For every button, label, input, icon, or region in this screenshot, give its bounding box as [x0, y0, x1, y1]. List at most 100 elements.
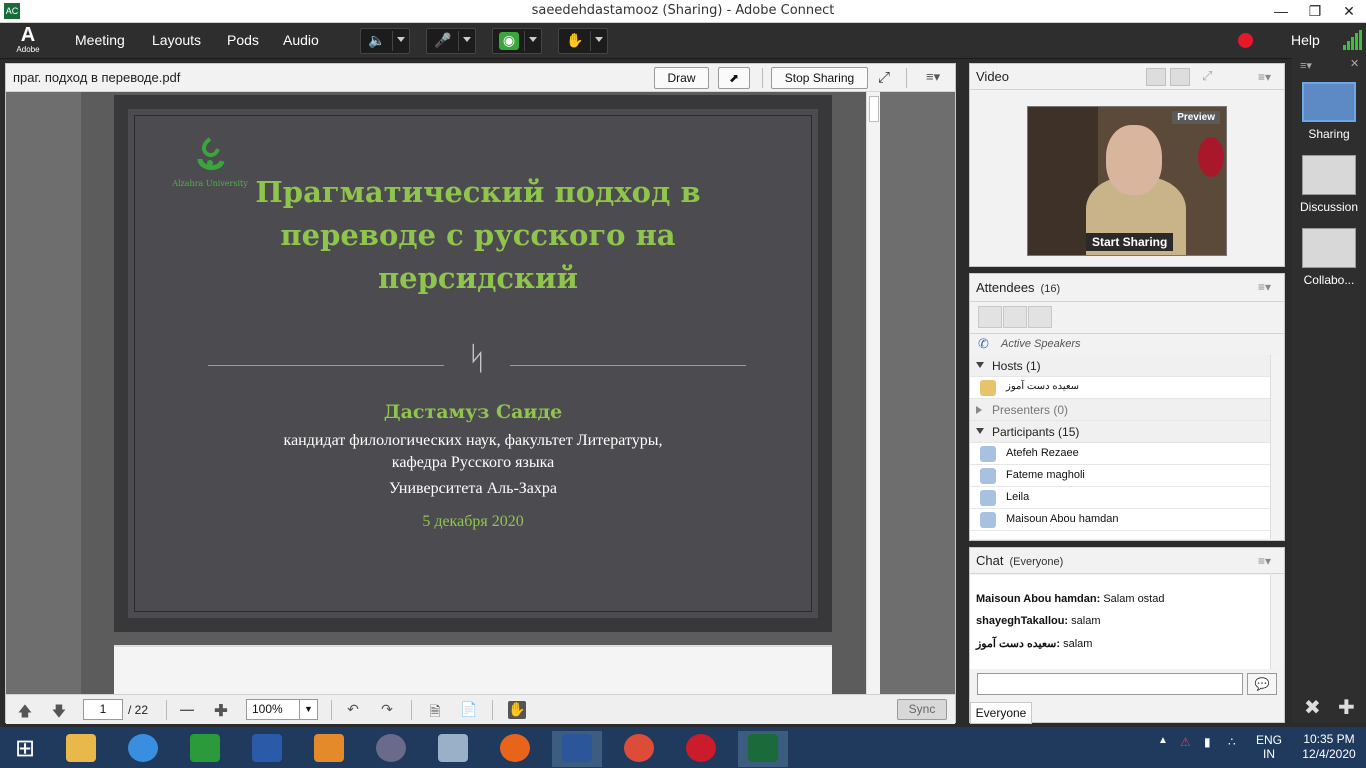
taskbar-word[interactable] [552, 731, 602, 767]
chat-input[interactable] [977, 673, 1243, 695]
list-item[interactable]: Leila [970, 487, 1270, 509]
taskbar-calculator[interactable] [428, 731, 478, 767]
list-view-icon[interactable] [978, 306, 1002, 328]
menu-meeting[interactable]: Meeting [75, 32, 125, 48]
input-language[interactable]: ENG IN [1256, 733, 1282, 761]
chevron-down-icon[interactable] [463, 37, 471, 42]
stop-sharing-button[interactable]: Stop Sharing [771, 67, 868, 89]
taskbar-media-player[interactable] [366, 731, 416, 767]
hand-tool-icon[interactable]: ✋ [508, 701, 526, 719]
taskbar-internet-explorer[interactable] [118, 731, 168, 767]
system-clock[interactable]: 10:35 PM 12/4/2020 [1298, 732, 1360, 762]
firefox-icon [500, 734, 530, 762]
grid-view-icon[interactable] [1146, 68, 1166, 86]
layout-discussion[interactable] [1302, 155, 1356, 195]
record-indicator-icon[interactable] [1238, 33, 1253, 48]
start-sharing-button[interactable]: Start Sharing [1086, 233, 1174, 251]
ornament-icon: ᛋ [467, 339, 487, 377]
fit-page-icon[interactable]: 🗎 [426, 701, 444, 719]
rotate-right-icon[interactable]: ↷ [378, 701, 396, 719]
show-hidden-icons[interactable]: ▲ [1158, 735, 1168, 746]
chat-scrollbar[interactable] [1270, 575, 1284, 669]
draw-button[interactable]: Draw [654, 67, 709, 89]
hosts-group[interactable]: Hosts (1) [970, 355, 1270, 377]
start-button[interactable]: ⊞ [0, 731, 50, 767]
menu-layouts[interactable]: Layouts [152, 32, 201, 48]
document-scrollbar[interactable] [866, 92, 880, 694]
rotate-left-icon[interactable]: ↶ [344, 701, 362, 719]
chevron-down-icon[interactable] [529, 37, 537, 42]
share-pod-footer: 🡅 🡇 1 / 22 — ✚ 100% ▼ ↶ ↷ 🗎 📄 ✋ Sync [6, 694, 955, 724]
pod-menu-icon[interactable]: ≡▾ [1258, 554, 1274, 568]
pointer-icon[interactable]: ⬈ [718, 67, 750, 89]
network-warning-icon[interactable]: ⚠ [1180, 735, 1191, 749]
chevron-down-icon[interactable] [595, 37, 603, 42]
fit-width-icon[interactable]: 📄 [460, 701, 478, 719]
webcam-icon: ◉ [499, 32, 519, 50]
fullscreen-icon[interactable]: ⤢ [878, 69, 890, 86]
webcam-video[interactable]: Preview Start Sharing [1027, 106, 1227, 256]
list-item[interactable]: Fateme magholi [970, 465, 1270, 487]
previous-page-icon[interactable]: 🡅 [16, 701, 34, 719]
pod-menu-icon[interactable]: ≡▾ [1258, 280, 1274, 294]
menu-help[interactable]: Help [1291, 32, 1320, 48]
layout-collaboration[interactable] [1302, 228, 1356, 268]
chat-tab-everyone[interactable]: Everyone [970, 702, 1032, 724]
speaker-toggle[interactable]: 🔈 [360, 28, 410, 54]
list-item[interactable]: سعیده دست آموز [970, 377, 1270, 399]
slide-divider-left [208, 365, 444, 366]
filmstrip-view-icon[interactable] [1170, 68, 1190, 86]
pod-menu-icon[interactable]: ≡▾ [1258, 70, 1274, 84]
microphone-toggle[interactable]: 🎤 [426, 28, 476, 54]
pod-menu-icon[interactable]: ≡▾ [926, 69, 940, 85]
taskbar-opera[interactable] [676, 731, 726, 767]
window-titlebar: AC saeedehdastamooz (Sharing) - Adobe Co… [0, 0, 1366, 23]
list-item[interactable]: Atefeh Rezaee [970, 443, 1270, 465]
chevron-down-icon [976, 428, 984, 434]
taskbar-store[interactable] [180, 731, 230, 767]
raise-hand-toggle[interactable]: ✋ [558, 28, 608, 54]
sync-button[interactable]: Sync [897, 699, 947, 720]
wifi-icon[interactable]: ∴ [1228, 735, 1236, 749]
add-layout-icon[interactable]: ✚ [1338, 695, 1355, 720]
participants-group[interactable]: Participants (15) [970, 421, 1270, 443]
zoom-in-icon[interactable]: ✚ [212, 701, 230, 720]
menu-audio[interactable]: Audio [283, 32, 319, 48]
layout-sharing[interactable] [1302, 82, 1356, 122]
minimize-button[interactable]: — [1264, 0, 1298, 22]
breakout-view-icon[interactable] [1003, 306, 1027, 328]
chevron-down-icon[interactable]: ▼ [299, 700, 317, 719]
close-icon[interactable]: ✕ [1350, 57, 1359, 70]
adobe-logo: A Adobe [16, 24, 40, 54]
taskbar-help[interactable] [242, 731, 292, 767]
attendees-title: Attendees [976, 280, 1035, 295]
taskbar-file-explorer[interactable] [56, 731, 106, 767]
list-item[interactable]: Maisoun Abou hamdan [970, 509, 1270, 531]
tools-icon[interactable]: ✖ [1304, 695, 1321, 720]
send-message-icon[interactable]: 💬 [1247, 673, 1277, 695]
calculator-icon [438, 734, 468, 762]
battery-icon[interactable]: ▮ [1204, 735, 1211, 749]
webcam-toggle[interactable]: ◉ [492, 28, 542, 54]
slide-affiliation-line-2: кафедра Русского языка [391, 454, 555, 471]
participant-user-icon [980, 446, 996, 462]
attendee-scrollbar[interactable] [1270, 355, 1284, 539]
pod-menu-icon[interactable]: ≡▾ [1300, 59, 1312, 72]
taskbar-app-grid[interactable] [304, 731, 354, 767]
close-button[interactable]: ✕ [1332, 0, 1366, 22]
taskbar-adobe-connect[interactable] [738, 731, 788, 767]
status-view-icon[interactable] [1028, 306, 1052, 328]
media-player-icon [376, 734, 406, 762]
menu-pods[interactable]: Pods [227, 32, 259, 48]
zoom-select[interactable]: 100% ▼ [246, 699, 318, 720]
taskbar-chrome[interactable] [614, 731, 664, 767]
chevron-down-icon[interactable] [397, 37, 405, 42]
zoom-out-icon[interactable]: — [178, 701, 196, 719]
fullscreen-icon[interactable]: ⤢ [1202, 68, 1212, 84]
maximize-button[interactable]: ❐ [1298, 0, 1332, 22]
windows-taskbar: ⊞ ▲ ⚠ ▮ ∴ ENG IN 10:35 PM 12/4/2020 [0, 727, 1366, 768]
presenters-group[interactable]: Presenters (0) [970, 399, 1270, 421]
next-page-icon[interactable]: 🡇 [50, 701, 68, 719]
page-number-input[interactable]: 1 [83, 699, 123, 720]
taskbar-firefox[interactable] [490, 731, 540, 767]
